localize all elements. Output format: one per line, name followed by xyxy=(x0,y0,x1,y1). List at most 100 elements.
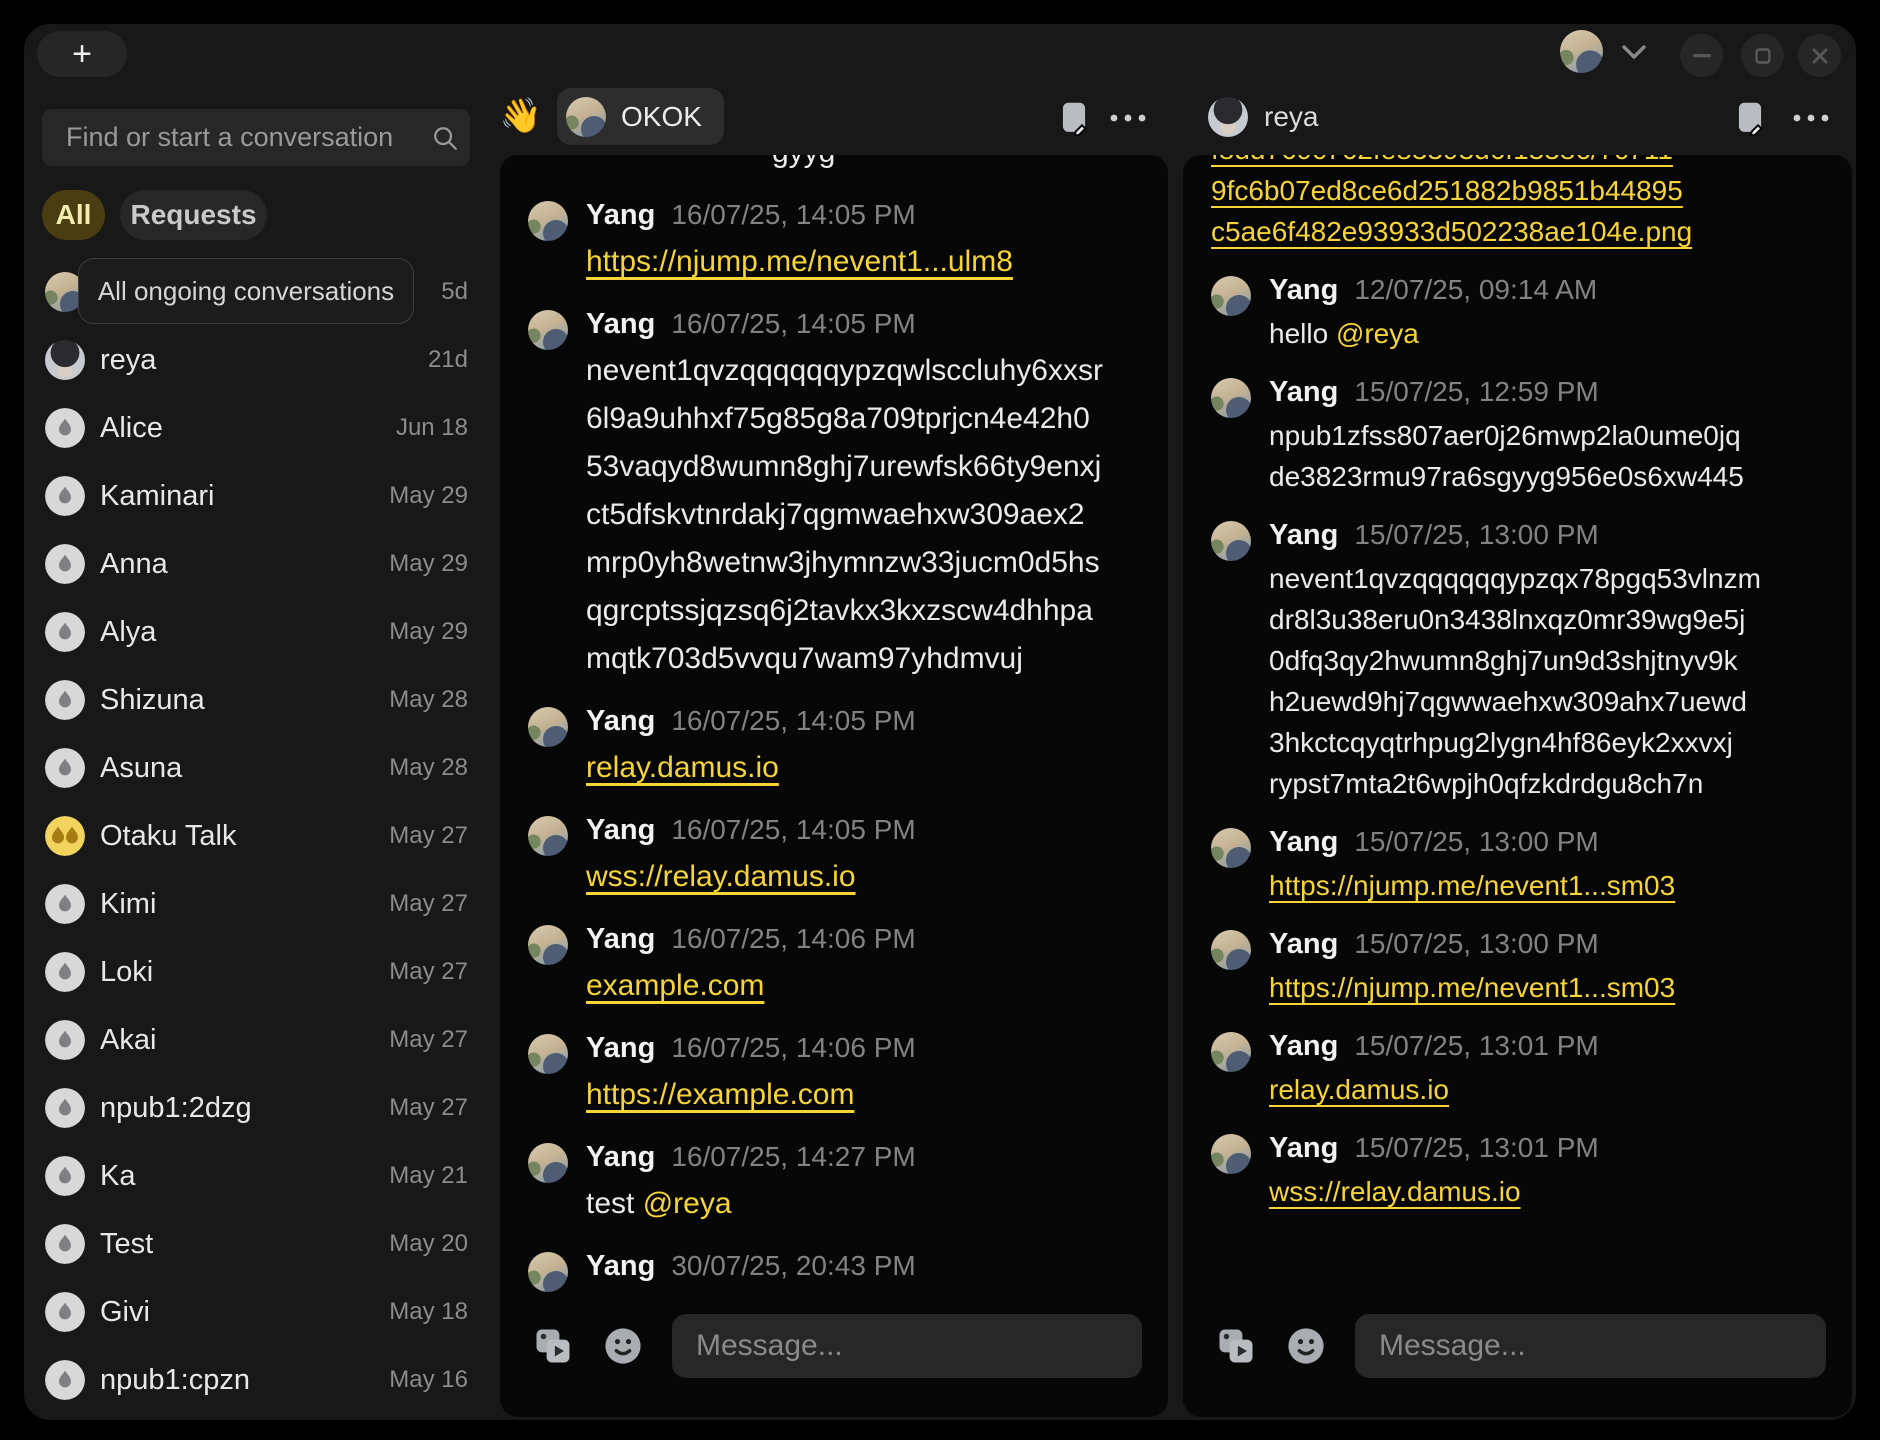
girl-avatar[interactable] xyxy=(1211,276,1251,316)
conversation-npub1-2dzg[interactable]: npub1:2dzg May 27 xyxy=(24,1074,500,1142)
girl-avatar[interactable] xyxy=(528,201,568,241)
message-author: Yang xyxy=(586,1032,655,1064)
drop-avatar xyxy=(45,1224,85,1264)
conversation-name: Akai xyxy=(100,1006,156,1074)
conversation-shizuna[interactable]: Shizuna May 28 xyxy=(24,666,500,734)
conversation-test[interactable]: Test May 20 xyxy=(24,1210,500,1278)
girl-avatar[interactable] xyxy=(1211,1134,1251,1174)
search-input[interactable] xyxy=(42,122,430,153)
left-chat-more-icon[interactable] xyxy=(1106,98,1150,138)
girl-avatar[interactable] xyxy=(528,310,568,350)
girl-avatar[interactable] xyxy=(1211,828,1251,868)
chevron-down-icon xyxy=(1621,44,1647,60)
girl-avatar[interactable] xyxy=(528,707,568,747)
media-attach-icon[interactable] xyxy=(530,1323,576,1369)
right-chat-peer-button[interactable]: reya xyxy=(1208,88,1318,145)
conversation-name: reya xyxy=(100,326,156,394)
right-message-input[interactable] xyxy=(1355,1314,1826,1378)
conversation-timestamp: May 16 xyxy=(389,1346,468,1414)
conversation-anna[interactable]: Anna May 29 xyxy=(24,530,500,598)
conversation-otaku-talk[interactable]: Otaku Talk May 27 xyxy=(24,802,500,870)
girl-avatar[interactable] xyxy=(528,1034,568,1074)
tab-all[interactable]: All xyxy=(42,190,105,240)
girl-avatar[interactable] xyxy=(528,1143,568,1183)
message-link[interactable]: https://njump.me/nevent1...ulm8 xyxy=(586,245,1013,278)
message-link[interactable]: wss://relay.damus.io xyxy=(1269,1176,1521,1207)
girl-avatar[interactable] xyxy=(1211,521,1251,561)
current-user-avatar xyxy=(1560,30,1603,73)
conversation-npub1-cpzn[interactable]: npub1:cpzn May 16 xyxy=(24,1346,500,1414)
minimize-icon xyxy=(1693,54,1711,58)
window-close-button[interactable] xyxy=(1798,34,1841,77)
message-link[interactable]: example.com xyxy=(586,969,764,1002)
message-link[interactable]: relay.damus.io xyxy=(586,751,779,784)
conversation-givi[interactable]: Givi May 18 xyxy=(24,1278,500,1346)
chat-message: Yang16/07/25, 14:05 PM relay.damus.io xyxy=(528,703,1142,792)
emoji-icon[interactable] xyxy=(600,1323,646,1369)
conversation-name: Shizuna xyxy=(100,666,205,734)
message-content: relay.damus.io xyxy=(1269,1069,1826,1110)
message-author: Yang xyxy=(586,814,655,846)
right-chat-more-icon[interactable] xyxy=(1789,98,1833,138)
girl-avatar[interactable] xyxy=(528,925,568,965)
drop-avatar xyxy=(45,1360,85,1400)
chat-message: Yang30/07/25, 20:43 PM haha xyxy=(528,1248,1142,1293)
new-chat-button[interactable]: + xyxy=(37,31,127,77)
message-author: Yang xyxy=(586,923,655,955)
window-minimize-button[interactable] xyxy=(1680,34,1723,77)
message-author: Yang xyxy=(586,1141,655,1173)
left-chat-note-icon[interactable] xyxy=(1052,98,1096,138)
current-user-menu[interactable] xyxy=(1560,30,1647,73)
conversation-alice[interactable]: Alice Jun 18 xyxy=(24,394,500,462)
conversation-reya[interactable]: reya 21d xyxy=(24,326,500,394)
conversation-timestamp: May 28 xyxy=(389,734,468,802)
conversation-timestamp: 21d xyxy=(428,326,468,394)
conversation-loki[interactable]: Loki May 27 xyxy=(24,938,500,1006)
girl-avatar[interactable] xyxy=(1211,378,1251,418)
drop-avatar xyxy=(45,1088,85,1128)
message-author: Yang xyxy=(1269,519,1338,551)
drop-avatar xyxy=(45,1292,85,1332)
chat-message: Yang16/07/25, 14:05 PM wss://relay.damus… xyxy=(528,812,1142,901)
conversation-name: Anna xyxy=(100,530,168,598)
emoji-icon[interactable] xyxy=(1283,1323,1329,1369)
message-content: wss://relay.damus.io xyxy=(1269,1171,1826,1212)
message-link[interactable]: https://example.com xyxy=(586,1078,854,1111)
otaku-avatar xyxy=(45,816,85,856)
conversation-timestamp: May 27 xyxy=(389,870,468,938)
message-author: Yang xyxy=(1269,1030,1338,1062)
left-chat-peer-button[interactable]: OKOK xyxy=(557,88,724,145)
left-message-input[interactable] xyxy=(672,1314,1142,1378)
mention-reya[interactable]: @reya xyxy=(643,1187,732,1220)
conversation-name: Kimi xyxy=(100,870,156,938)
conversation-kaminari[interactable]: Kaminari May 29 xyxy=(24,462,500,530)
girl-avatar[interactable] xyxy=(1211,930,1251,970)
tab-requests[interactable]: Requests xyxy=(120,190,267,240)
conversation-name: Alya xyxy=(100,598,156,666)
mention-reya[interactable]: @reya xyxy=(1336,318,1419,349)
conversation-ka[interactable]: Ka May 21 xyxy=(24,1142,500,1210)
girl-avatar[interactable] xyxy=(528,816,568,856)
conversation-name: Kaminari xyxy=(100,462,214,530)
message-link[interactable]: f8dd769c762fe83393d6f13386/7c711 9fc6b07… xyxy=(1211,155,1692,247)
message-author: Yang xyxy=(1269,274,1338,306)
message-timestamp: 16/07/25, 14:06 PM xyxy=(671,1032,915,1063)
conversation-kimi[interactable]: Kimi May 27 xyxy=(24,870,500,938)
message-link[interactable]: https://njump.me/nevent1...sm03 xyxy=(1269,972,1675,1003)
message-text: gyyg xyxy=(772,155,835,169)
message-link[interactable]: https://njump.me/nevent1...sm03 xyxy=(1269,870,1675,901)
chat-message: Yang15/07/25, 13:01 PM relay.damus.io xyxy=(1211,1028,1826,1110)
conversation-asuna[interactable]: Asuna May 28 xyxy=(24,734,500,802)
girl-avatar[interactable] xyxy=(528,1252,568,1292)
conversation-timestamp: May 29 xyxy=(389,462,468,530)
conversation-timestamp: May 20 xyxy=(389,1210,468,1278)
message-link[interactable]: relay.damus.io xyxy=(1269,1074,1449,1105)
chat-message: Yang15/07/25, 12:59 PM npub1zfss807aer0j… xyxy=(1211,374,1826,497)
window-maximize-button[interactable] xyxy=(1741,34,1784,77)
conversation-alya[interactable]: Alya May 29 xyxy=(24,598,500,666)
message-link[interactable]: wss://relay.damus.io xyxy=(586,860,856,893)
media-attach-icon[interactable] xyxy=(1213,1323,1259,1369)
right-chat-note-icon[interactable] xyxy=(1728,98,1772,138)
conversation-akai[interactable]: Akai May 27 xyxy=(24,1006,500,1074)
girl-avatar[interactable] xyxy=(1211,1032,1251,1072)
